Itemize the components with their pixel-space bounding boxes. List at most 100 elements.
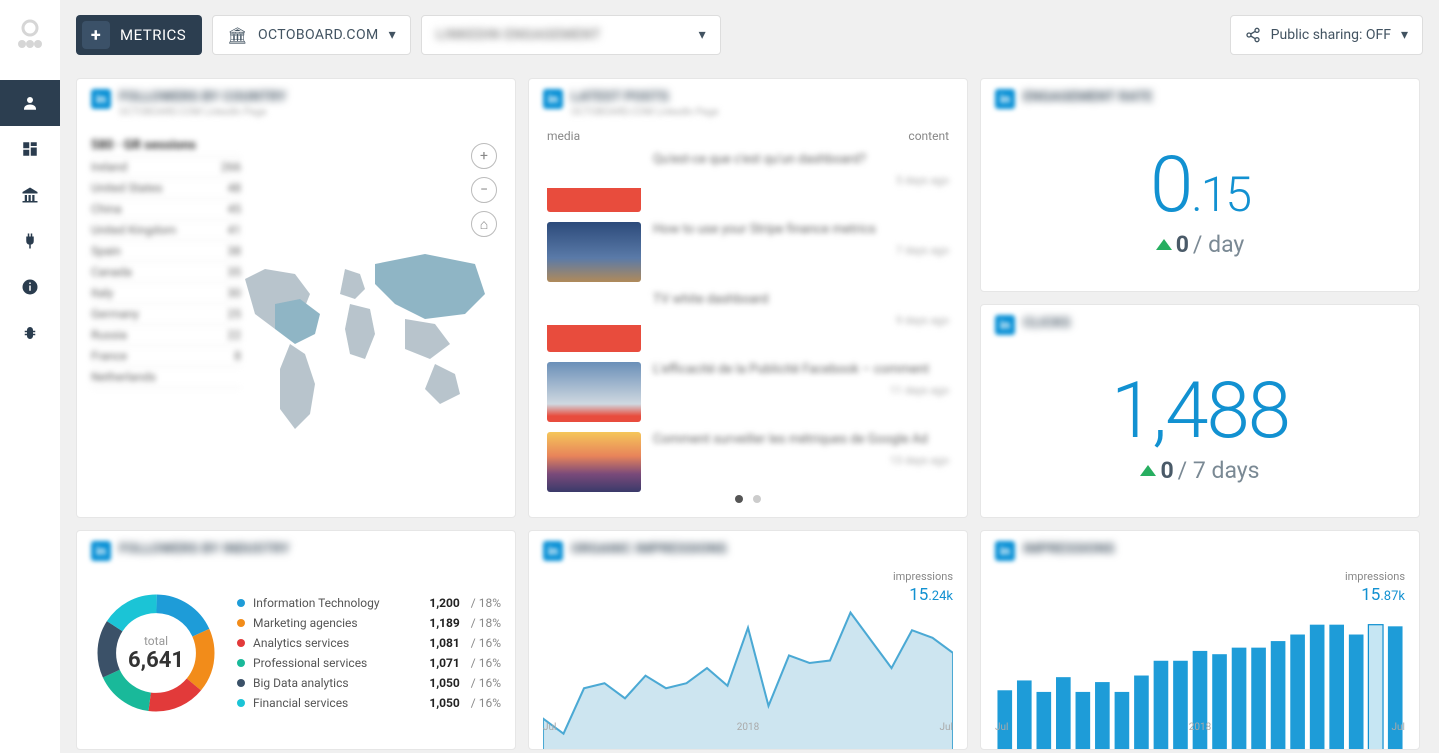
engagement-delta: 0 / day	[1156, 231, 1245, 258]
dashboard-grid: in FOLLOWERS BY COUNTRY OCTOBOARD.COM Li…	[76, 78, 1423, 750]
legend-value: 1,200	[429, 596, 460, 610]
legend-dot	[237, 679, 245, 687]
legend-row: Marketing agencies 1,189 / 18%	[237, 613, 501, 633]
world-map[interactable]	[225, 209, 505, 469]
share-icon	[1245, 27, 1261, 43]
add-metrics-button[interactable]: + METRICS	[76, 15, 202, 55]
linkedin-icon: in	[543, 89, 563, 109]
nav-user-icon[interactable]	[0, 80, 60, 126]
col-content: content	[908, 129, 949, 143]
legend-dot	[237, 699, 245, 707]
legend-row: Big Data analytics 1,050 / 16%	[237, 673, 501, 693]
legend-value: 1,189	[429, 616, 460, 630]
topbar: + METRICS 🏛 OCTOBOARD.COM ▾ LINKEDIN ENG…	[60, 0, 1439, 70]
country-row: Russia22	[91, 325, 241, 346]
legend-dot	[237, 599, 245, 607]
country-row: Italy30	[91, 283, 241, 304]
triangle-up-icon	[1156, 239, 1172, 250]
share-button[interactable]: Public sharing: OFF ▾	[1230, 15, 1423, 55]
site-dropdown[interactable]: 🏛 OCTOBOARD.COM ▾	[212, 15, 411, 55]
triangle-up-icon	[1140, 465, 1156, 476]
page-dropdown-label: LINKEDIN ENGAGEMENT	[436, 27, 689, 43]
country-row: United Kingdom41	[91, 220, 241, 241]
country-row: Canada35	[91, 262, 241, 283]
bank-icon: 🏛	[227, 26, 248, 45]
share-label: Public sharing: OFF	[1271, 27, 1391, 43]
metric-stack: in ENGAGEMENT RATE 0.15 0 / day in	[980, 78, 1420, 518]
post-title: Qu'est-ce que c'est qu'un dashboard?	[653, 152, 949, 166]
post-row[interactable]: TV white dashboard 9 days ago	[529, 287, 967, 357]
post-date: 11 days ago	[890, 384, 949, 397]
post-row[interactable]: Comment surveiller les métriques de Goog…	[529, 427, 967, 497]
dot[interactable]	[753, 495, 761, 503]
legend-row: Information Technology 1,200 / 18%	[237, 593, 501, 613]
country-list: 580 · GR sessions Ireland266United State…	[91, 135, 241, 388]
nav-plug-icon[interactable]	[0, 218, 60, 264]
post-date: 9 days ago	[896, 314, 949, 327]
chevron-down-icon: ▾	[699, 27, 706, 43]
zoom-in-button[interactable]: +	[471, 143, 497, 169]
chart-summary: impressions 15.87k	[1345, 570, 1405, 605]
legend-value: 1,081	[429, 636, 460, 650]
nav-bank-icon[interactable]	[0, 172, 60, 218]
legend-name: Analytics services	[253, 636, 421, 650]
card-latest-posts: in LATEST POSTS OCTOBOARD.COM LinkedIn P…	[528, 78, 968, 518]
industry-legend: Information Technology 1,200 / 18% Marke…	[237, 593, 501, 713]
post-title: Comment surveiller les métriques de Goog…	[653, 432, 949, 446]
legend-dot	[237, 619, 245, 627]
donut-total-label: total	[144, 634, 168, 648]
legend-pct: / 16%	[468, 656, 501, 670]
post-row[interactable]: Qu'est-ce que c'est qu'un dashboard? 5 d…	[529, 147, 967, 217]
card-organic-impressions: in ORGANIC IMPRESSIONS impressions 15.24…	[528, 530, 968, 750]
legend-value: 1,050	[429, 696, 460, 710]
nav-info-icon[interactable]	[0, 264, 60, 310]
clicks-delta: 0 / 7 days	[1140, 457, 1259, 484]
chart-xaxis: Jul 2018 Jul	[543, 722, 953, 733]
linkedin-icon: in	[543, 541, 563, 561]
post-row[interactable]: How to use your Stripe finance metrics 7…	[529, 217, 967, 287]
card-impressions: in IMPRESSIONS impressions 15.87k Jul 20…	[980, 530, 1420, 750]
legend-value: 1,071	[429, 656, 460, 670]
legend-dot	[237, 659, 245, 667]
country-row: China45	[91, 199, 241, 220]
legend-name: Professional services	[253, 656, 421, 670]
zoom-out-button[interactable]: −	[471, 177, 497, 203]
chart-summary: impressions 15.24k	[893, 570, 953, 605]
sidebar	[0, 0, 60, 753]
card-subtitle: OCTOBOARD.COM LinkedIn Page	[119, 107, 279, 119]
nav-bug-icon[interactable]	[0, 310, 60, 356]
page-dropdown[interactable]: LINKEDIN ENGAGEMENT ▾	[421, 15, 721, 55]
donut-chart: total 6,641	[91, 588, 221, 718]
card-engagement-rate: in ENGAGEMENT RATE 0.15 0 / day	[980, 78, 1420, 292]
linkedin-icon: in	[995, 315, 1015, 335]
legend-row: Financial services 1,050 / 16%	[237, 693, 501, 713]
metrics-label: METRICS	[120, 26, 186, 44]
dot-active[interactable]	[735, 495, 743, 503]
linkedin-icon: in	[91, 89, 111, 109]
post-row[interactable]: L'efficacité de la Publicité Facebook – …	[529, 357, 967, 427]
card-subtitle: OCTOBOARD.COM LinkedIn Page	[571, 107, 731, 119]
card-title: CLICKS	[1023, 315, 1203, 331]
chevron-down-icon: ▾	[389, 27, 396, 43]
nav-dashboard-icon[interactable]	[0, 126, 60, 172]
pagination-dots[interactable]	[529, 488, 967, 507]
post-date: 7 days ago	[896, 244, 949, 257]
post-title: L'efficacité de la Publicité Facebook – …	[653, 362, 949, 376]
posts-column-headers: media content	[529, 123, 967, 147]
card-followers-industry: in FOLLOWERS BY INDUSTRY total 6,6	[76, 530, 516, 750]
card-title: IMPRESSIONS	[1023, 541, 1203, 557]
linkedin-icon: in	[91, 541, 111, 561]
post-thumbnail	[547, 362, 641, 422]
legend-pct: / 16%	[468, 676, 501, 690]
legend-name: Marketing agencies	[253, 616, 421, 630]
site-name: OCTOBOARD.COM	[258, 27, 379, 43]
post-thumbnail	[547, 222, 641, 282]
legend-pct: / 16%	[468, 636, 501, 650]
legend-pct: / 16%	[468, 696, 501, 710]
post-thumbnail	[547, 152, 641, 212]
engagement-value: 0.15	[1150, 147, 1250, 225]
main: in FOLLOWERS BY COUNTRY OCTOBOARD.COM Li…	[60, 70, 1439, 753]
post-title: How to use your Stripe finance metrics	[653, 222, 949, 236]
legend-value: 1,050	[429, 676, 460, 690]
country-row: Germany25	[91, 304, 241, 325]
